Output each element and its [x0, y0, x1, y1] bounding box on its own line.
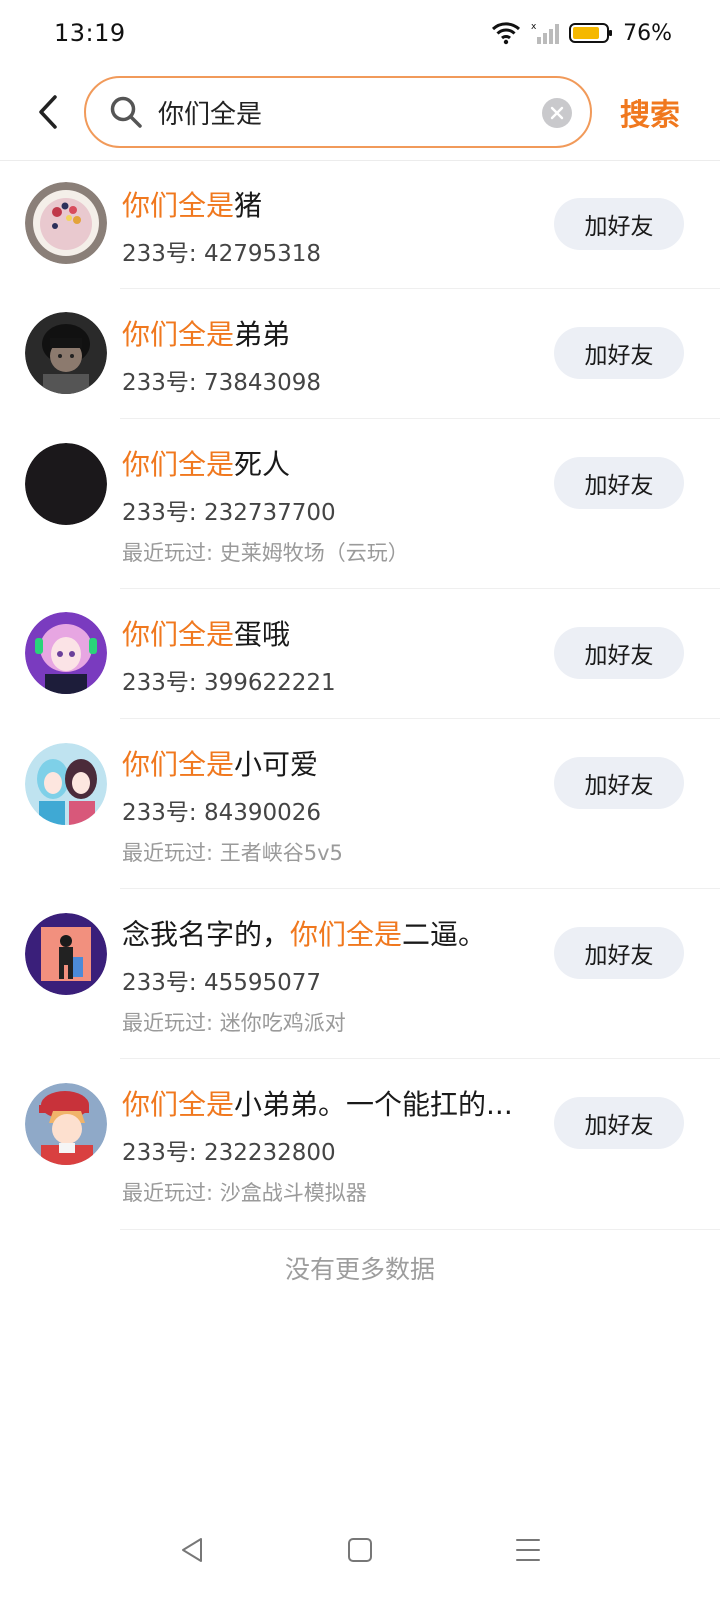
cellular-signal-icon: x — [531, 21, 560, 45]
user-id: 233号: 232232800 — [122, 1140, 336, 1166]
status-icons: x 76% — [491, 21, 672, 46]
user-id: 233号: 399622221 — [122, 670, 336, 696]
avatar — [25, 743, 107, 825]
user-id: 233号: 45595077 — [122, 970, 322, 996]
result-item[interactable]: 你们全是蛋哦 233号: 399622221 加好友 — [0, 589, 720, 719]
search-button[interactable]: 搜索 — [620, 90, 680, 134]
recently-played: 最近玩过: 沙盒战斗模拟器 — [122, 1181, 367, 1205]
name-highlight: 你们全是 — [290, 918, 403, 951]
search-header: 搜索 — [0, 72, 720, 152]
result-name: 你们全是蛋哦 — [122, 618, 291, 651]
item-divider — [120, 1229, 720, 1230]
name-highlight: 你们全是 — [122, 1088, 235, 1121]
status-time: 13:19 — [54, 19, 126, 47]
search-box[interactable] — [84, 76, 592, 148]
result-item[interactable]: 你们全是小可爱 233号: 84390026 最近玩过: 王者峡谷5v5 加好友 — [0, 719, 720, 889]
search-results-list: 你们全是猪 233号: 42795318 加好友 你们全是弟弟 233号: 73… — [0, 160, 720, 1230]
navigation-bar — [0, 1500, 720, 1600]
user-id: 233号: 42795318 — [122, 241, 322, 267]
name-highlight: 你们全是 — [122, 318, 235, 351]
nav-menu-button[interactable] — [508, 1530, 548, 1570]
user-id: 233号: 73843098 — [122, 370, 322, 396]
search-input[interactable] — [158, 97, 518, 127]
avatar — [25, 1083, 107, 1165]
name-highlight: 你们全是 — [122, 448, 235, 481]
battery-percentage: 76% — [623, 20, 672, 46]
screen: 13:19 x 76% 你们全是 搜索 你们全是猪 233号: 42795318… — [0, 0, 720, 1600]
battery-icon — [569, 22, 613, 44]
result-item[interactable]: 你们全是猪 233号: 42795318 加好友 — [0, 160, 720, 289]
wifi-icon — [491, 21, 521, 45]
avatar — [25, 312, 107, 394]
add-friend-button[interactable]: 加好友 — [554, 198, 684, 250]
search-icon — [108, 94, 144, 130]
clear-search-button[interactable] — [542, 98, 572, 128]
triangle-back-icon — [182, 1538, 202, 1562]
name-highlight: 你们全是 — [122, 748, 235, 781]
svg-text:x: x — [531, 22, 537, 32]
result-name: 你们全是小可爱 — [122, 748, 319, 781]
result-name: 你们全是死人 — [122, 448, 291, 481]
user-id: 233号: 84390026 — [122, 800, 322, 826]
square-home-icon — [348, 1538, 372, 1562]
result-name: 你们全是小弟弟。一个能扛的... — [122, 1088, 513, 1121]
add-friend-button[interactable]: 加好友 — [554, 1097, 684, 1149]
avatar — [25, 182, 107, 264]
menu-lines-icon — [516, 1539, 540, 1561]
result-name: 你们全是猪 — [122, 189, 263, 222]
back-button[interactable] — [28, 92, 68, 132]
result-name: 你们全是弟弟 — [122, 318, 291, 351]
nav-home-button[interactable] — [340, 1530, 380, 1570]
close-icon — [550, 106, 564, 120]
avatar — [25, 443, 107, 525]
recently-played: 最近玩过: 王者峡谷5v5 — [122, 841, 343, 865]
result-name: 念我名字的，你们全是二逼。 — [122, 918, 487, 951]
add-friend-button[interactable]: 加好友 — [554, 927, 684, 979]
add-friend-button[interactable]: 加好友 — [554, 457, 684, 509]
user-id: 233号: 232737700 — [122, 500, 336, 526]
status-bar: 13:19 x 76% — [0, 0, 720, 66]
result-item[interactable]: 你们全是死人 233号: 232737700 最近玩过: 史莱姆牧场（云玩） 加… — [0, 419, 720, 589]
recently-played: 最近玩过: 迷你吃鸡派对 — [122, 1011, 346, 1035]
result-item[interactable]: 你们全是弟弟 233号: 73843098 加好友 — [0, 289, 720, 419]
add-friend-button[interactable]: 加好友 — [554, 757, 684, 809]
result-item[interactable]: 念我名字的，你们全是二逼。 233号: 45595077 最近玩过: 迷你吃鸡派… — [0, 889, 720, 1059]
add-friend-button[interactable]: 加好友 — [554, 327, 684, 379]
avatar — [25, 913, 107, 995]
no-more-data-text: 没有更多数据 — [284, 1255, 435, 1284]
name-highlight: 你们全是 — [122, 189, 235, 222]
result-item[interactable]: 你们全是小弟弟。一个能扛的... 233号: 232232800 最近玩过: 沙… — [0, 1059, 720, 1230]
name-highlight: 你们全是 — [122, 618, 235, 651]
chevron-left-icon — [39, 95, 57, 129]
recently-played: 最近玩过: 史莱姆牧场（云玩） — [122, 541, 409, 565]
add-friend-button[interactable]: 加好友 — [554, 627, 684, 679]
nav-back-button[interactable] — [172, 1530, 212, 1570]
avatar — [25, 612, 107, 694]
